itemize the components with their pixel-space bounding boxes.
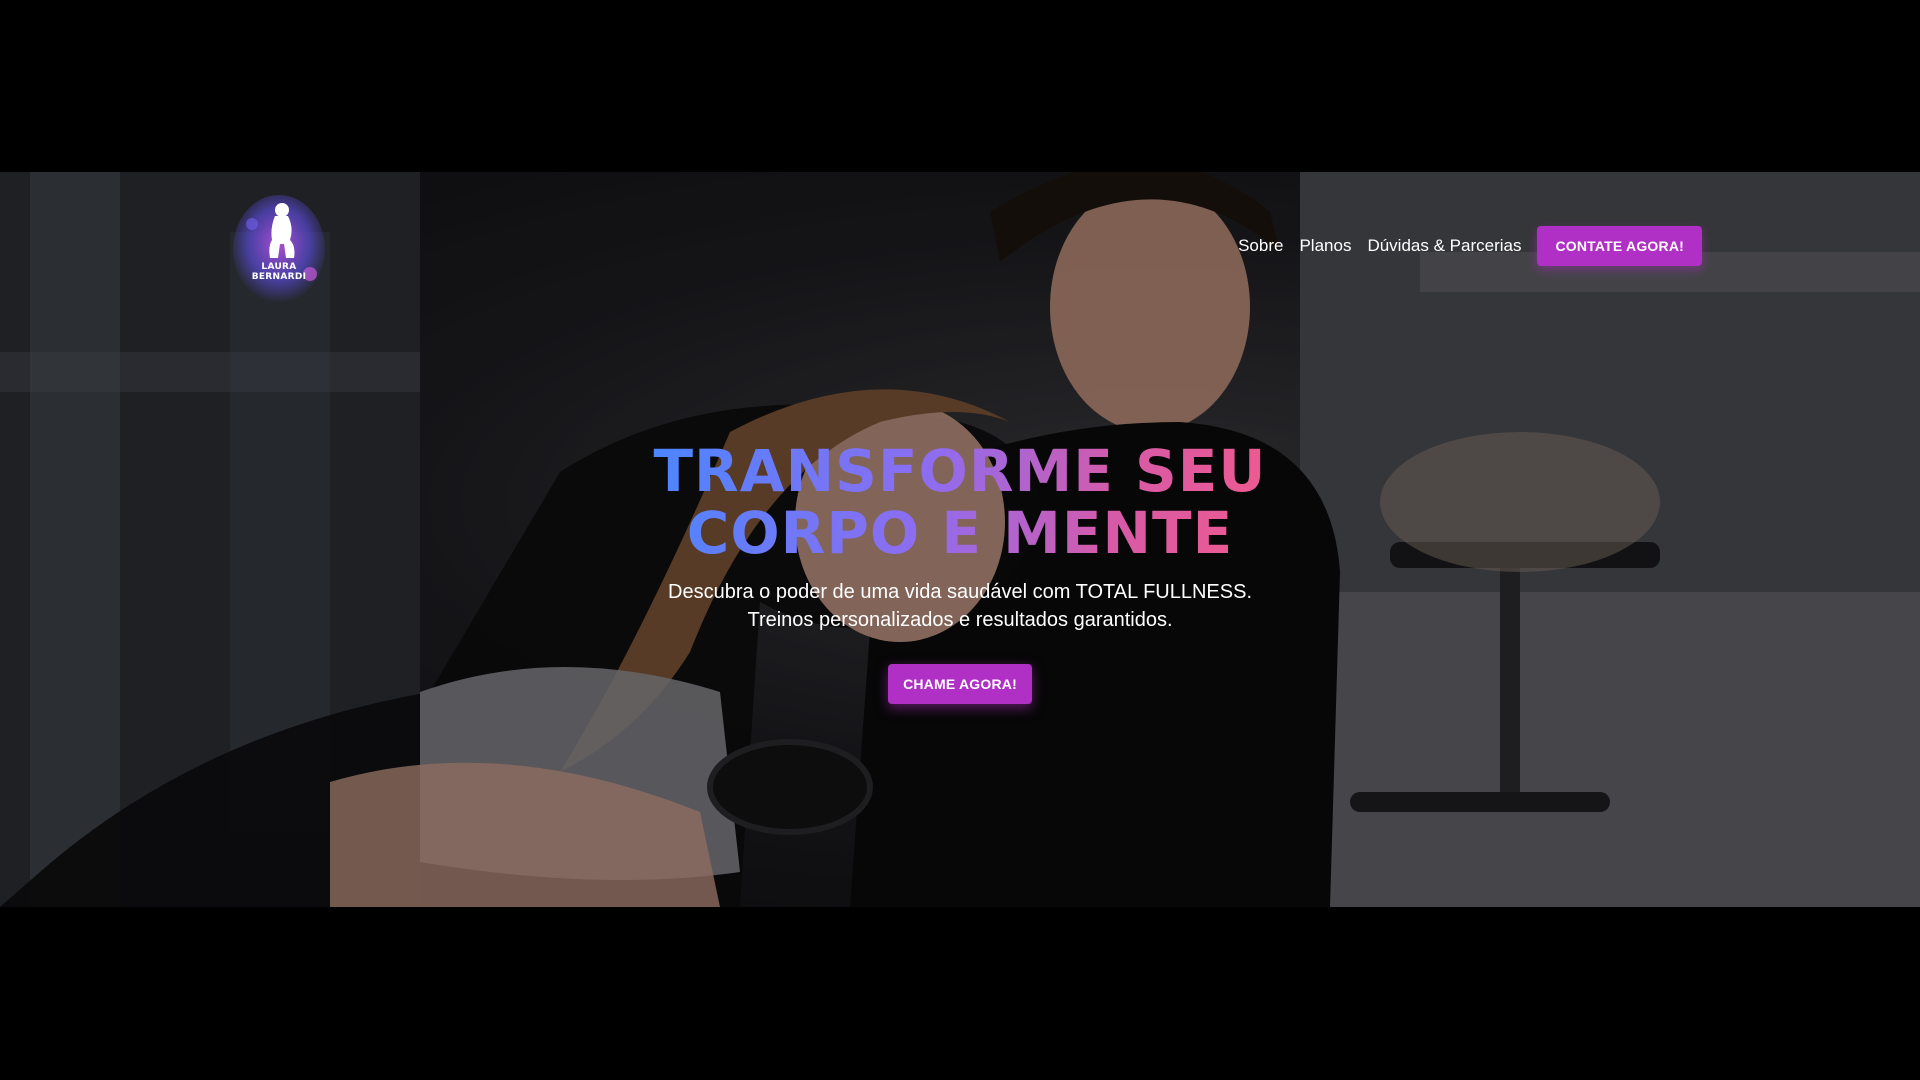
main-nav: Sobre Planos Dúvidas & Parcerias CONTATE… (1238, 226, 1702, 266)
hero-title: TRANSFORME SEU CORPO E MENTE (653, 440, 1266, 564)
brand-logo[interactable]: LAURA BERNARDI (232, 194, 326, 304)
hero-title-line-1: TRANSFORME SEU (653, 437, 1267, 505)
logo-line-first: LAURA (261, 262, 297, 272)
logo-line-last: BERNARDI (251, 272, 307, 282)
nav-link-sobre[interactable]: Sobre (1238, 236, 1283, 256)
hero-section: LAURA BERNARDI Sobre Planos Dúvidas & Pa… (0, 172, 1920, 907)
logo-wordmark: LAURA BERNARDI (232, 262, 326, 282)
call-now-button[interactable]: CHAME AGORA! (888, 664, 1032, 704)
hero-headline: TRANSFORME SEU CORPO E MENTE (0, 440, 1920, 564)
nav-link-planos[interactable]: Planos (1299, 236, 1351, 256)
hero-subtitle: Descubra o poder de uma vida saudável co… (0, 578, 1920, 634)
contact-now-button[interactable]: CONTATE AGORA! (1537, 226, 1702, 266)
hero-title-line-2: CORPO E MENTE (686, 499, 1234, 567)
hero-subtitle-line-2: Treinos personalizados e resultados gara… (747, 609, 1173, 631)
logo-splash-icon (233, 195, 325, 303)
page-frame: LAURA BERNARDI Sobre Planos Dúvidas & Pa… (0, 0, 1920, 1080)
nav-link-duvidas-parcerias[interactable]: Dúvidas & Parcerias (1367, 236, 1521, 256)
hero-subtitle-line-1: Descubra o poder de uma vida saudável co… (668, 581, 1252, 603)
